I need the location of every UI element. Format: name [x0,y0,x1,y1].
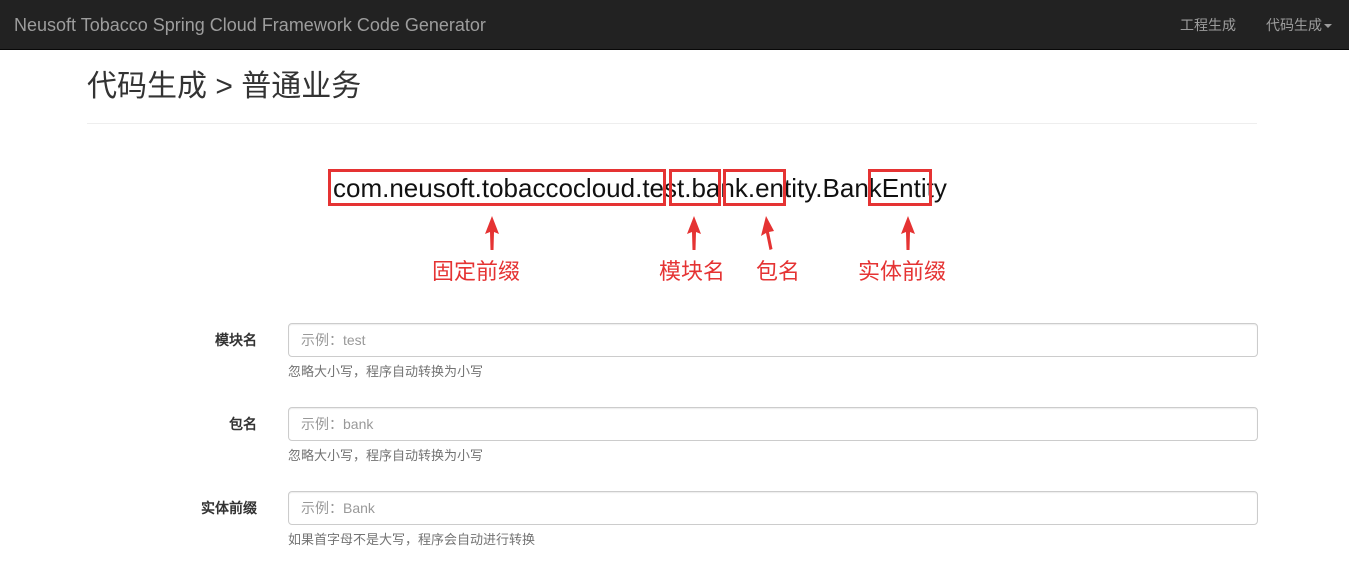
arrow-up-icon [485,216,499,250]
annotation-fixed-prefix: 固定前缀 [432,259,521,284]
highlight-box-package [723,169,786,206]
package-name-input[interactable] [288,407,1258,441]
highlight-box-fixed-prefix [328,169,666,206]
title-divider [87,123,1257,124]
annotation-package-name: 包名 [756,259,801,284]
highlight-box-entity-prefix [868,169,932,206]
annotation-module-name: 模块名 [659,259,726,284]
nav-item-project-generate[interactable]: 工程生成 [1180,16,1236,34]
package-name-label: 包名 [229,416,257,432]
page-title: 代码生成 > 普通业务 [87,70,362,103]
nav-item-code-generate-label: 代码生成 [1266,17,1322,33]
entity-prefix-input[interactable] [288,491,1258,525]
top-navbar: Neusoft Tobacco Spring Cloud Framework C… [0,0,1349,50]
annotation-entity-prefix: 实体前缀 [858,259,947,284]
navbar-brand[interactable]: Neusoft Tobacco Spring Cloud Framework C… [14,15,486,35]
arrow-up-icon [687,216,701,250]
nav-item-code-generate-dropdown[interactable]: 代码生成 [1266,16,1332,34]
arrow-up-icon [901,216,915,250]
caret-down-icon [1324,24,1332,29]
highlight-box-module [669,169,721,206]
module-name-help: 忽略大小写，程序自动转换为小写 [288,364,484,379]
arrow-up-icon [761,216,774,250]
module-name-input[interactable] [288,323,1258,357]
module-name-label: 模块名 [215,332,257,348]
entity-prefix-label: 实体前缀 [201,500,257,516]
entity-prefix-help: 如果首字母不是大写，程序会自动进行转换 [288,532,536,547]
package-name-help: 忽略大小写，程序自动转换为小写 [288,448,484,463]
